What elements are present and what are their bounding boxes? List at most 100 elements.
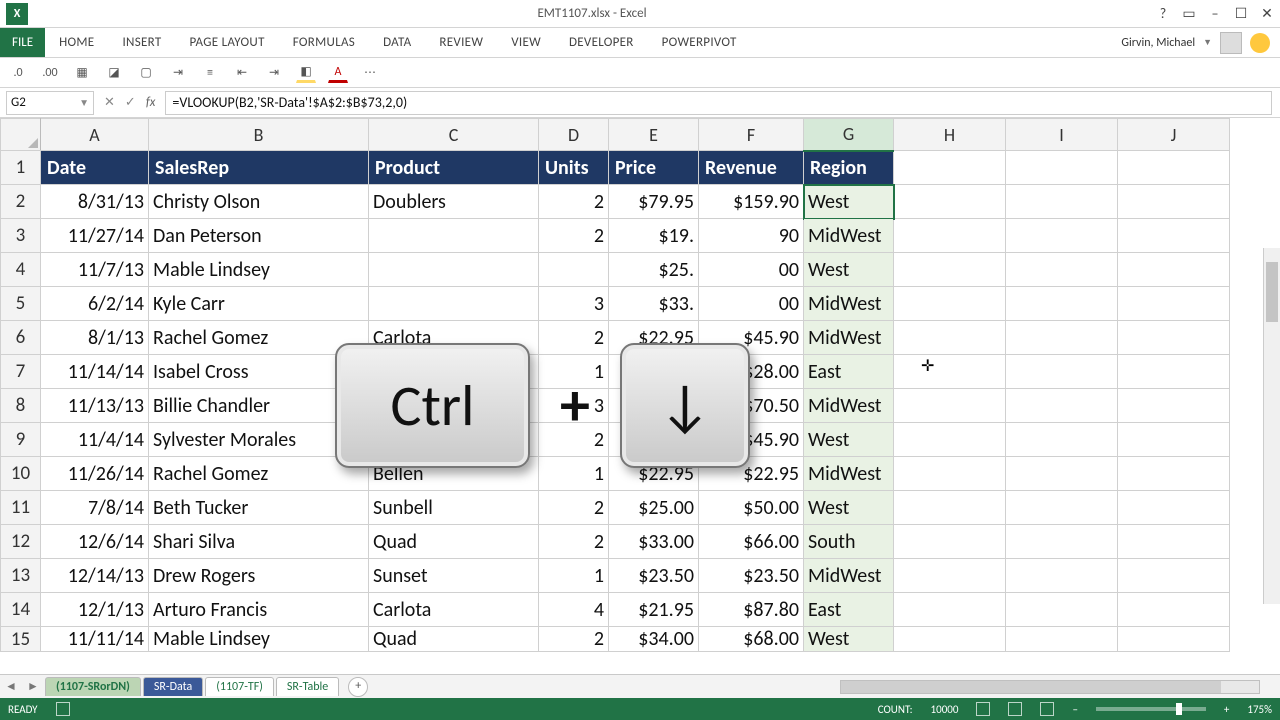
cell[interactable] (1006, 355, 1118, 389)
font-color-icon[interactable]: A (328, 63, 348, 83)
cell[interactable] (894, 457, 1006, 491)
cell[interactable]: 8/1/13 (41, 321, 149, 355)
cell[interactable]: $22.95 (609, 457, 699, 491)
cell[interactable]: $70.50 (699, 389, 804, 423)
row-header-7[interactable]: 7 (1, 355, 41, 389)
cell[interactable]: 12/14/13 (41, 559, 149, 593)
cell[interactable]: $34.00 (609, 627, 699, 652)
row-header-9[interactable]: 9 (1, 423, 41, 457)
spreadsheet-grid[interactable]: A B C D E F G H I J 1DateSalesRepProduct… (0, 118, 1230, 652)
cell[interactable]: MidWest (804, 457, 894, 491)
maximize-icon[interactable]: ☐ (1228, 2, 1254, 26)
cell[interactable]: MidWest (804, 287, 894, 321)
cell[interactable]: SalesRep (149, 151, 369, 185)
cell[interactable]: 11/14/14 (41, 355, 149, 389)
cell[interactable]: $33.00 (609, 525, 699, 559)
cell[interactable] (1006, 593, 1118, 627)
restore-icon[interactable]: ▭ (1176, 2, 1202, 26)
cell[interactable] (894, 185, 1006, 219)
cell[interactable]: Rachel Gomez (149, 457, 369, 491)
cell[interactable]: $159.90 (699, 185, 804, 219)
row-header-3[interactable]: 3 (1, 219, 41, 253)
cell[interactable]: 3 (539, 389, 609, 423)
cell[interactable] (1006, 457, 1118, 491)
cell[interactable]: Region (804, 151, 894, 185)
add-sheet-button[interactable]: + (348, 677, 368, 697)
cell[interactable] (1118, 525, 1230, 559)
cell[interactable] (894, 389, 1006, 423)
cell[interactable]: 12/6/14 (41, 525, 149, 559)
indent-decrease-icon[interactable]: ⇤ (232, 63, 252, 83)
cell[interactable]: 1 (539, 355, 609, 389)
cell[interactable]: Revenue (699, 151, 804, 185)
cell[interactable]: 11/26/14 (41, 457, 149, 491)
tab-nav-prev[interactable]: ◄ (0, 679, 22, 694)
row-header-6[interactable]: 6 (1, 321, 41, 355)
tab-data[interactable]: DATA (369, 28, 425, 57)
cell[interactable] (539, 253, 609, 287)
align-icon[interactable]: ≡ (200, 63, 220, 83)
borders-icon[interactable]: ▢ (136, 63, 156, 83)
cell[interactable] (894, 253, 1006, 287)
row-header-10[interactable]: 10 (1, 457, 41, 491)
cell[interactable]: $79.95 (609, 185, 699, 219)
cell[interactable] (1118, 151, 1230, 185)
tab-review[interactable]: REVIEW (425, 28, 497, 57)
cell[interactable]: Mable Lindsey (149, 627, 369, 652)
cell[interactable]: East (804, 593, 894, 627)
cell[interactable]: 2 (539, 185, 609, 219)
cell[interactable]: East (804, 355, 894, 389)
cell[interactable] (1118, 219, 1230, 253)
cell[interactable]: Units (539, 151, 609, 185)
cell[interactable]: Carlota (369, 593, 539, 627)
tab-developer[interactable]: DEVELOPER (555, 28, 648, 57)
cell[interactable]: Bellen (369, 457, 539, 491)
tab-home[interactable]: HOME (45, 28, 108, 57)
cell[interactable]: 11/7/13 (41, 253, 149, 287)
cell[interactable] (1006, 491, 1118, 525)
cell[interactable] (1006, 321, 1118, 355)
cell[interactable]: $33. (609, 287, 699, 321)
cell[interactable] (894, 287, 1006, 321)
cell[interactable]: Product (369, 151, 539, 185)
row-header-1[interactable]: 1 (1, 151, 41, 185)
cell[interactable]: 1 (539, 457, 609, 491)
row-header-13[interactable]: 13 (1, 559, 41, 593)
cell[interactable] (894, 151, 1006, 185)
fx-icon[interactable]: fx (146, 95, 156, 110)
formula-input[interactable]: =VLOOKUP(B2,'SR-Data'!$A$2:$B$73,2,0) (165, 91, 1272, 115)
cell[interactable]: MidWest (804, 321, 894, 355)
view-break-icon[interactable] (1040, 702, 1054, 716)
cell[interactable] (894, 321, 1006, 355)
cell[interactable]: West (804, 491, 894, 525)
cell[interactable]: $23.50 (699, 559, 804, 593)
cell[interactable]: MidWest (804, 389, 894, 423)
cell[interactable]: Sylvester Morales (149, 423, 369, 457)
cell[interactable]: Isabel Cross (149, 355, 369, 389)
vertical-scrollbar[interactable] (1263, 248, 1280, 604)
cell[interactable]: South (804, 525, 894, 559)
cell[interactable] (1118, 457, 1230, 491)
cell[interactable] (1006, 151, 1118, 185)
cell[interactable]: Mable Lindsey (149, 253, 369, 287)
col-header-D[interactable]: D (539, 119, 609, 151)
cell[interactable]: 2 (539, 321, 609, 355)
smiley-icon[interactable] (1250, 33, 1270, 53)
fill-color-icon[interactable]: ◧ (296, 63, 316, 83)
cell[interactable] (1118, 185, 1230, 219)
cell[interactable]: $87.80 (699, 593, 804, 627)
cell[interactable]: West (804, 627, 894, 652)
col-header-J[interactable]: J (1118, 119, 1230, 151)
cell[interactable]: Dan Peterson (149, 219, 369, 253)
cell[interactable]: 8/31/13 (41, 185, 149, 219)
sheet-tab-2[interactable]: SR-Data (143, 677, 203, 696)
col-header-I[interactable]: I (1006, 119, 1118, 151)
cell[interactable] (894, 627, 1006, 652)
tab-page-layout[interactable]: PAGE LAYOUT (176, 28, 279, 57)
cell[interactable]: $22.95 (699, 457, 804, 491)
close-icon[interactable]: ✕ (1254, 2, 1280, 26)
cell[interactable]: Billie Chandler (149, 389, 369, 423)
cell[interactable] (1006, 389, 1118, 423)
cancel-formula-icon[interactable]: ✕ (104, 95, 115, 110)
cell[interactable]: MidWest (804, 559, 894, 593)
